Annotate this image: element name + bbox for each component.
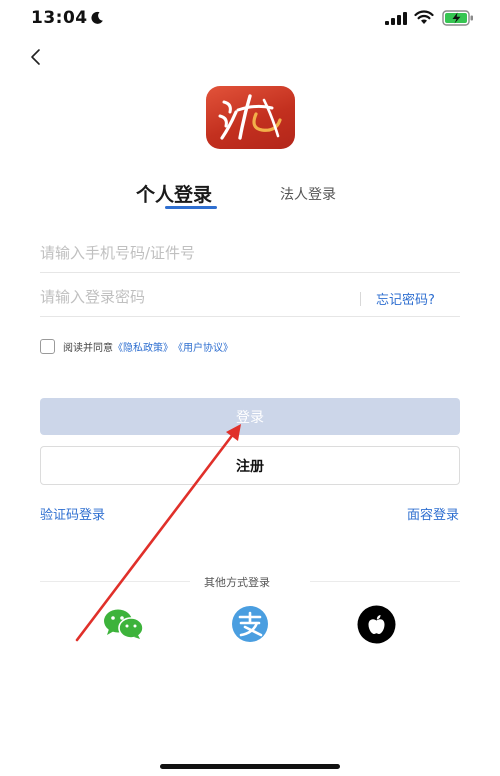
- status-time: 13:04: [31, 8, 88, 28]
- tab-legal-login[interactable]: 法人登录: [280, 184, 336, 204]
- account-input[interactable]: [40, 236, 340, 270]
- other-login-title: 其他方式登录: [204, 576, 270, 589]
- agreement-row: 阅读并同意 《隐私政策》 《用户协议》: [40, 338, 233, 354]
- alipay-icon[interactable]: [231, 605, 269, 643]
- divider-left: [40, 581, 190, 582]
- battery-charging-icon: [442, 10, 473, 26]
- agreement-text: 阅读并同意: [63, 342, 113, 354]
- tab-active-indicator: [165, 206, 217, 209]
- forgot-password-link[interactable]: 忘记密码?: [376, 289, 435, 308]
- tab-personal-login[interactable]: 个人登录: [136, 180, 212, 207]
- password-divider: [360, 292, 361, 306]
- privacy-policy-link[interactable]: 《隐私政策》: [113, 339, 173, 354]
- divider-right: [310, 581, 460, 582]
- wechat-icon[interactable]: [102, 608, 146, 640]
- password-input[interactable]: [40, 280, 340, 314]
- moon-icon: [91, 11, 103, 24]
- signal-icon: [385, 12, 407, 25]
- back-button[interactable]: [26, 44, 50, 70]
- account-field: [40, 236, 460, 273]
- code-login-link[interactable]: 验证码登录: [40, 504, 105, 523]
- app-logo: [206, 86, 295, 149]
- user-agreement-link[interactable]: 《用户协议》: [173, 339, 233, 354]
- agreement-checkbox[interactable]: [40, 338, 55, 354]
- status-bar: 13:04: [0, 0, 500, 40]
- home-indicator: [160, 764, 340, 769]
- password-field: 忘记密码?: [40, 280, 460, 317]
- apple-icon[interactable]: [357, 605, 396, 644]
- login-button[interactable]: 登录: [40, 398, 460, 435]
- register-button[interactable]: 注册: [40, 446, 460, 485]
- face-login-link[interactable]: 面容登录: [407, 504, 459, 523]
- wifi-icon: [414, 10, 434, 24]
- app-logo-mark: [218, 94, 282, 140]
